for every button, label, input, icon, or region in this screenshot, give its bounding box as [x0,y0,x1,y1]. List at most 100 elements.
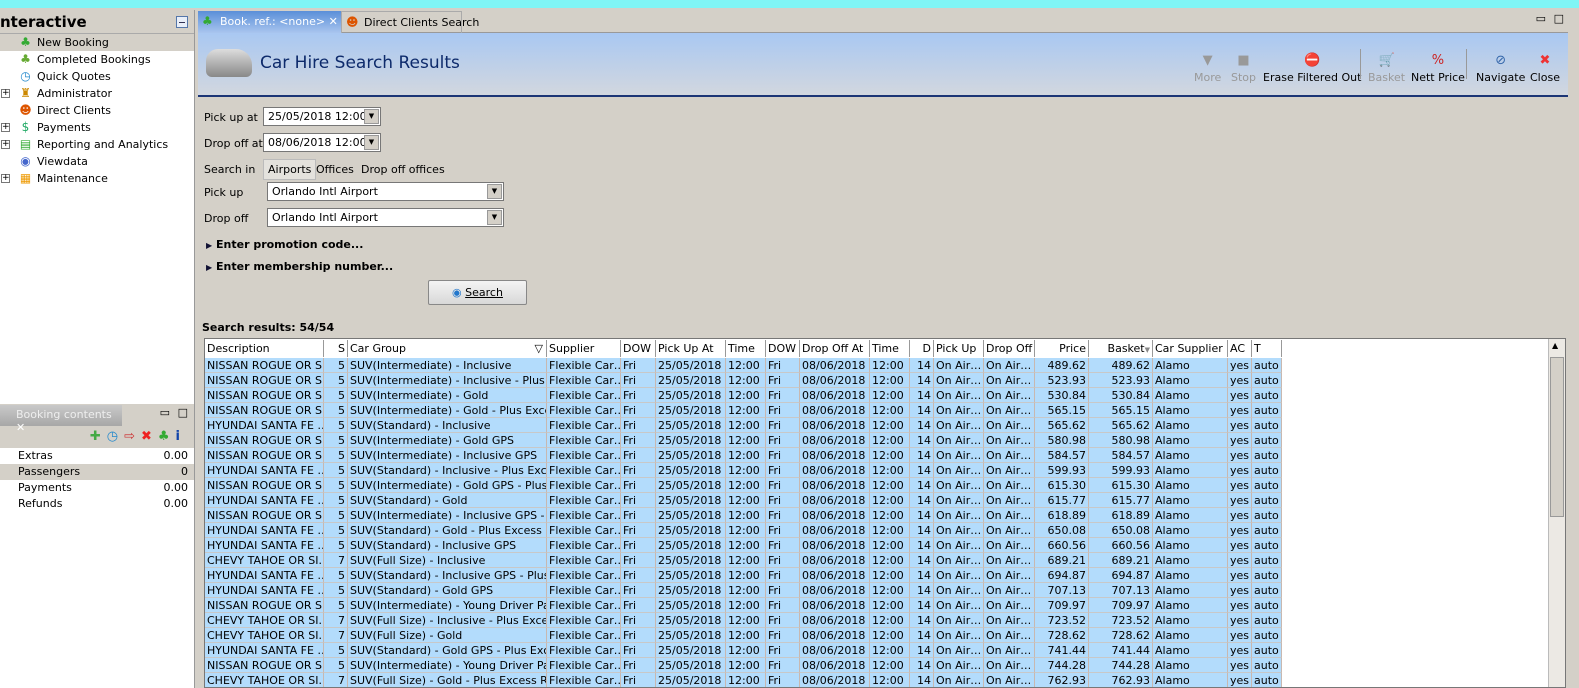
clock-icon[interactable]: ◷ [107,429,124,444]
column-header[interactable]: Pick Up At [656,340,726,357]
cell-supplier: Flexible Car… [547,598,621,613]
pickup-location-select[interactable]: Orlando Intl Airport ▼ [267,182,504,201]
table-row[interactable]: HYUNDAI SANTA FE … 5 SUV(Standard) - Inclu… [205,568,1548,583]
table-row[interactable]: HYUNDAI SANTA FE … 5 SUV(Standard) - Inclu… [205,418,1548,433]
chevron-down-icon[interactable]: ▼ [487,210,502,225]
tab-direct-clients-search[interactable]: ☻ Direct Clients Search [341,11,479,33]
table-row[interactable]: HYUNDAI SANTA FE … 5 SUV(Standard) - Inclu… [205,538,1548,553]
cell-car-supplier: Alamo [1153,673,1228,687]
nett-price-button[interactable]: % Nett Price [1411,53,1465,84]
column-header[interactable]: Price [1035,340,1089,357]
column-header[interactable]: Pick Up [934,340,984,357]
table-row[interactable]: NISSAN ROGUE OR S… 5 SUV(Intermediate) - I… [205,373,1548,388]
table-row[interactable]: HYUNDAI SANTA FE … 5 SUV(Standard) - Gold … [205,643,1548,658]
info-icon[interactable]: i [176,429,186,444]
basket-arrow-icon[interactable]: ⇨ [124,429,141,444]
cell-supplier: Flexible Car… [547,358,621,373]
nav-item-direct-clients[interactable]: ☻ Direct Clients [0,102,194,119]
table-row[interactable]: CHEVY TAHOE OR SI… 7 SUV(Full Size) - Gold… [205,673,1548,687]
delete-icon[interactable]: ✖ [141,429,158,444]
column-header[interactable]: D [910,340,934,357]
expand-icon[interactable]: + [1,89,10,98]
close-tab-icon[interactable]: ✕ [329,15,338,28]
search-in-offices[interactable]: Offices [316,163,354,176]
column-header[interactable]: Drop Off At [800,340,870,357]
booking-contents-tab[interactable]: Booking contents ✕ [0,405,122,434]
column-header[interactable]: Car Group ▽ [348,340,547,357]
maximize-icon[interactable]: □ [1554,12,1564,25]
close-button[interactable]: ✖ Close [1530,53,1560,84]
navigate-button[interactable]: ⊘ Navigate [1476,53,1525,84]
scroll-up-icon[interactable]: ▲ [1552,341,1558,350]
nav-item-reporting-and-analytics[interactable]: + ▤ Reporting and Analytics [0,136,194,153]
membership-number-expander[interactable]: ▶ Enter membership number... [206,260,393,273]
nav-item-new-booking[interactable]: ♣ New Booking [0,34,194,51]
more-button[interactable]: ▼ More [1194,53,1221,84]
nav-item-quick-quotes[interactable]: ◷ Quick Quotes [0,68,194,85]
table-row[interactable]: HYUNDAI SANTA FE … 5 SUV(Standard) - Gold … [205,523,1548,538]
pickup-datetime-field[interactable]: 25/05/2018 12:00 ▼ [263,107,381,126]
column-header[interactable]: Time [870,340,910,357]
table-row[interactable]: HYUNDAI SANTA FE … 5 SUV(Standard) - Gold F… [205,493,1548,508]
chevron-down-icon[interactable]: ▼ [364,135,379,150]
stop-button[interactable]: ■ Stop [1231,53,1256,84]
cell-description: CHEVY TAHOE OR SI… [205,628,324,643]
add-icon[interactable]: ✚ [90,429,107,444]
nav-item-viewdata[interactable]: ◉ Viewdata [0,153,194,170]
tab-booking[interactable]: ♣ Book. ref.: <none> ✕ [198,11,341,33]
cell-pickup-dow: Fri [621,478,656,493]
table-row[interactable]: CHEVY TAHOE OR SI… 7 SUV(Full Size) - Gold… [205,628,1548,643]
promotion-code-expander[interactable]: ▶ Enter promotion code... [206,238,363,251]
sort-desc-icon[interactable]: ▼ [1145,346,1150,354]
chevron-down-icon[interactable]: ▼ [487,184,502,199]
column-header[interactable]: Drop Off [984,340,1035,357]
table-row[interactable]: NISSAN ROGUE OR S… 5 SUV(Intermediate) - I… [205,448,1548,463]
expand-icon[interactable]: + [1,174,10,183]
table-row[interactable]: NISSAN ROGUE OR S… 5 SUV(Intermediate) - I… [205,358,1548,373]
nav-item-maintenance[interactable]: + ▦ Maintenance [0,170,194,187]
column-header[interactable]: DOW [766,340,800,357]
column-header[interactable]: Time [726,340,766,357]
vertical-scrollbar[interactable]: ▲ [1548,339,1565,687]
column-header[interactable]: Basket▼ [1089,340,1153,357]
search-in-airports[interactable]: Airports [263,159,317,180]
table-row[interactable]: NISSAN ROGUE OR S… 5 SUV(Intermediate) - Y… [205,658,1548,673]
column-header[interactable]: S [324,340,348,357]
dropoff-location-select[interactable]: Orlando Intl Airport ▼ [267,208,504,227]
scrollbar-thumb[interactable] [1550,357,1564,517]
dropoff-datetime-field[interactable]: 08/06/2018 12:00 ▼ [263,133,381,152]
erase-filtered-out-button[interactable]: ⛔ Erase Filtered Out [1263,53,1361,84]
nav-item-payments[interactable]: + $ Payments [0,119,194,136]
minimize-icon[interactable]: ▭ [1536,12,1546,25]
close-icon[interactable]: ✕ [16,421,25,434]
palm-tree-icon[interactable]: ♣ [158,429,176,444]
maximize-icon[interactable]: □ [178,406,188,419]
column-header[interactable]: T [1252,340,1282,357]
expand-icon[interactable]: + [1,123,10,132]
table-row[interactable]: CHEVY TAHOE OR SI… 7 SUV(Full Size) - Incl… [205,553,1548,568]
collapse-icon[interactable] [176,16,188,28]
column-header[interactable]: AC [1228,340,1252,357]
table-row[interactable]: NISSAN ROGUE OR S… 5 SUV(Intermediate) - G… [205,388,1548,403]
nav-item-administrator[interactable]: + ♜ Administrator [0,85,194,102]
column-header[interactable]: Car Supplier [1153,340,1228,357]
basket-button[interactable]: 🛒 Basket [1368,53,1405,84]
chevron-down-icon[interactable]: ▼ [364,109,379,124]
table-row[interactable]: NISSAN ROGUE OR S… 5 SUV(Intermediate) - I… [205,508,1548,523]
table-row[interactable]: HYUNDAI SANTA FE … 5 SUV(Standard) - Gold … [205,583,1548,598]
filter-icon[interactable]: ▽ [535,340,543,357]
table-row[interactable]: NISSAN ROGUE OR S… 5 SUV(Intermediate) - G… [205,403,1548,418]
table-row[interactable]: HYUNDAI SANTA FE … 5 SUV(Standard) - Inclu… [205,463,1548,478]
table-row[interactable]: NISSAN ROGUE OR S… 5 SUV(Intermediate) - Y… [205,598,1548,613]
table-row[interactable]: CHEVY TAHOE OR SI… 7 SUV(Full Size) - Incl… [205,613,1548,628]
minimize-icon[interactable]: ▭ [160,406,170,419]
column-header[interactable]: DOW [621,340,656,357]
table-row[interactable]: NISSAN ROGUE OR S… 5 SUV(Intermediate) - G… [205,478,1548,493]
expand-icon[interactable]: + [1,140,10,149]
column-header[interactable]: Supplier [547,340,621,357]
nav-item-completed-bookings[interactable]: ♣ Completed Bookings [0,51,194,68]
search-in-drop-off-offices[interactable]: Drop off offices [361,163,445,176]
table-row[interactable]: NISSAN ROGUE OR S… 5 SUV(Intermediate) - G… [205,433,1548,448]
column-header[interactable]: Description [205,340,324,357]
search-button[interactable]: ◉ Search [428,280,527,305]
